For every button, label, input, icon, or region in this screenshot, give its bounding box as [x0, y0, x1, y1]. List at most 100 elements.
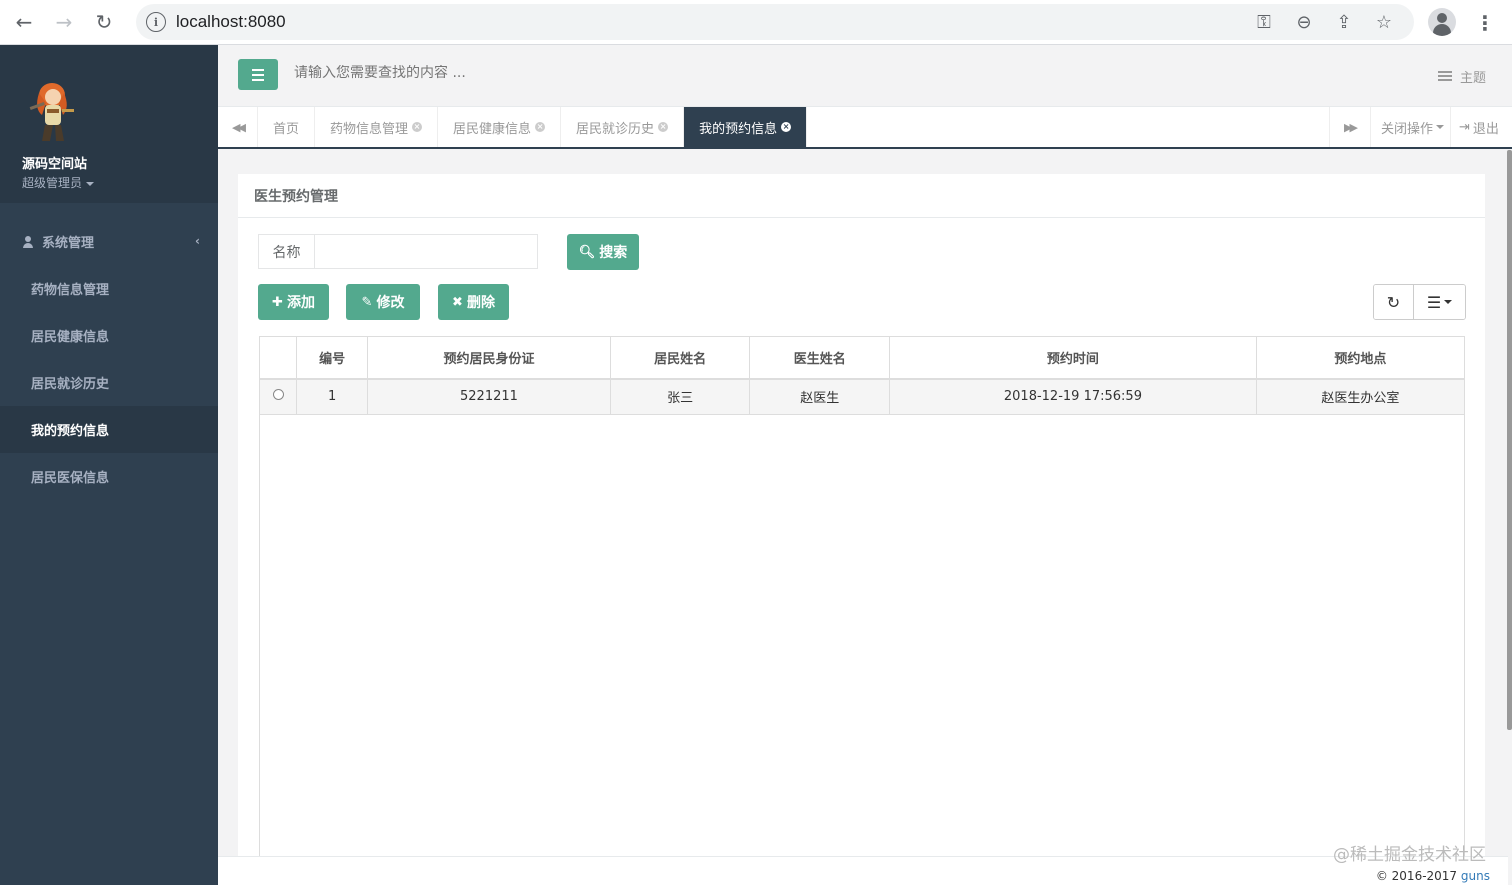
column-header-time[interactable]: 预约时间: [889, 336, 1257, 380]
tab-label: 居民就诊历史: [576, 121, 655, 137]
watermark: @稀土掘金技术社区: [1333, 845, 1486, 865]
close-icon[interactable]: ×: [412, 122, 423, 132]
tab-label: 居民健康信息: [453, 121, 532, 137]
user-role-label: 超级管理员: [22, 176, 83, 190]
row-radio[interactable]: [272, 389, 284, 401]
sidebar-item-visit-history[interactable]: 居民就诊历史: [0, 359, 218, 406]
tab-visit-history[interactable]: 居民就诊历史 ×: [561, 107, 685, 147]
list-icon: ☰: [1426, 292, 1442, 312]
menu-group-label: 系统管理: [42, 236, 95, 251]
edit-button[interactable]: ✎ 修改: [346, 284, 420, 320]
tab-label: 首页: [273, 121, 300, 137]
panel-title: 医生预约管理: [238, 174, 1485, 218]
user-name[interactable]: 源码空间站: [22, 153, 218, 172]
copyright: © 2016-2017 guns: [1376, 869, 1490, 883]
back-icon[interactable]: ←: [4, 0, 44, 45]
theme-label: 主题: [1459, 71, 1486, 86]
sidebar: 源码空间站 超级管理员 系统管理 ‹ 药物信息管理 居民健康信息 居民就诊历史 …: [0, 45, 218, 885]
edit-icon: ✎: [361, 294, 373, 310]
share-icon[interactable]: ⇪: [1324, 12, 1364, 33]
tab-health-info[interactable]: 居民健康信息 ×: [438, 107, 562, 147]
plus-icon: ✚: [272, 294, 283, 310]
search-button[interactable]: 🔍︎ 搜索: [567, 234, 639, 270]
menu-group-system[interactable]: 系统管理 ‹: [0, 218, 218, 265]
close-ops-label: 关闭操作: [1381, 121, 1434, 137]
tab-scroll-right-icon[interactable]: ▶▶: [1329, 107, 1369, 147]
profile-icon[interactable]: [1428, 8, 1456, 36]
refresh-icon: ↻: [1386, 292, 1401, 312]
url-text[interactable]: localhost:8080: [176, 12, 286, 32]
add-button-label: 添加: [286, 295, 315, 311]
delete-button-label: 删除: [466, 295, 495, 311]
search-icon: 🔍︎: [578, 244, 596, 260]
more-icon[interactable]: ⋮: [1470, 0, 1500, 45]
caret-down-icon: [1436, 125, 1445, 129]
browser-toolbar: ← → ↻ i localhost:8080 ⚿ ⊖ ⇪ ☆ ⋮: [0, 0, 1512, 45]
logout-button[interactable]: ⇥ 退出: [1450, 107, 1507, 147]
sidebar-item-drug-info[interactable]: 药物信息管理: [0, 265, 218, 312]
sidebar-item-my-appointments[interactable]: 我的预约信息: [0, 406, 218, 453]
cell-id: 1: [295, 378, 369, 415]
page-scrollbar[interactable]: [1507, 150, 1512, 730]
top-header: 主题: [218, 45, 1512, 107]
appointment-panel: 医生预约管理 名称 🔍︎ 搜索 ✚ 添加 ✎ 修改 ✖ 删除 ↻ ☰ 编号 预约居民身份…: [238, 174, 1485, 874]
table-toolbar: ↻ ☰: [1373, 284, 1466, 320]
theme-button[interactable]: 主题: [1437, 67, 1486, 86]
user-role-dropdown[interactable]: 超级管理员: [22, 174, 218, 191]
tab-scroll-left-icon[interactable]: ◀◀: [218, 107, 258, 147]
add-button[interactable]: ✚ 添加: [258, 284, 329, 320]
theme-icon: [1437, 71, 1452, 82]
sidebar-item-insurance-info[interactable]: 居民医保信息: [0, 453, 218, 500]
sidebar-profile: 源码空间站 超级管理员: [0, 45, 218, 203]
star-icon[interactable]: ☆: [1364, 12, 1404, 33]
user-icon: [22, 235, 34, 248]
close-icon[interactable]: ×: [658, 122, 669, 132]
close-icon[interactable]: ×: [781, 122, 792, 132]
tab-drug-info[interactable]: 药物信息管理 ×: [315, 107, 439, 147]
forward-icon[interactable]: →: [44, 0, 84, 45]
footer: @稀土掘金技术社区 © 2016-2017 guns: [218, 845, 1508, 885]
table-body-area: [259, 414, 1465, 874]
search-button-label: 搜索: [599, 245, 628, 261]
column-header-doctor-name[interactable]: 医生姓名: [749, 336, 891, 380]
main-content: 医生预约管理 名称 🔍︎ 搜索 ✚ 添加 ✎ 修改 ✖ 删除 ↻ ☰ 编号 预约居民身份…: [218, 150, 1508, 874]
info-icon[interactable]: i: [146, 12, 166, 32]
column-header-id[interactable]: 编号: [295, 336, 369, 380]
caret-down-icon: [1444, 300, 1453, 304]
tabs-bar: ◀◀ 首页 药物信息管理 × 居民健康信息 × 居民就诊历史 × 我的预约信息 × ▶▶…: [218, 107, 1512, 149]
sign-out-icon: ⇥: [1459, 119, 1470, 135]
avatar[interactable]: [26, 75, 82, 147]
copyright-text: © 2016-2017: [1375, 869, 1458, 883]
column-header-resident-id[interactable]: 预约居民身份证: [367, 336, 611, 380]
table-header-row: 编号 预约居民身份证 居民姓名 医生姓名 预约时间 预约地点: [259, 336, 1466, 380]
menu-toggle-button[interactable]: [238, 59, 278, 90]
sidebar-item-health-info[interactable]: 居民健康信息: [0, 312, 218, 359]
table-row[interactable]: 1 5221211 张三 赵医生 2018-12-19 17:56:59 赵医生…: [259, 378, 1466, 415]
tab-list: 首页 药物信息管理 × 居民健康信息 × 居民就诊历史 × 我的预约信息 ×: [258, 107, 808, 147]
times-icon: ✖: [452, 294, 463, 310]
edit-button-label: 修改: [376, 295, 405, 311]
close-operations-dropdown[interactable]: 关闭操作: [1370, 107, 1454, 147]
tab-home[interactable]: 首页: [258, 107, 316, 147]
key-icon[interactable]: ⚿: [1244, 12, 1284, 33]
delete-button[interactable]: ✖ 删除: [438, 284, 509, 320]
row-select-cell: [259, 378, 297, 415]
tab-my-appointments[interactable]: 我的预约信息 ×: [684, 107, 808, 147]
tab-label: 药物信息管理: [330, 121, 409, 137]
name-input[interactable]: [314, 234, 538, 269]
name-label: 名称: [258, 234, 314, 269]
zoom-out-icon[interactable]: ⊖: [1284, 12, 1324, 33]
name-search-group: 名称: [258, 234, 538, 269]
address-bar[interactable]: i localhost:8080 ⚿ ⊖ ⇪ ☆: [136, 4, 1414, 40]
cell-location: 赵医生办公室: [1255, 378, 1466, 415]
refresh-button[interactable]: ↻: [1374, 285, 1413, 319]
column-header-resident-name[interactable]: 居民姓名: [609, 336, 751, 380]
columns-button[interactable]: ☰: [1413, 285, 1465, 319]
global-search-input[interactable]: [294, 65, 694, 81]
reload-icon[interactable]: ↻: [84, 0, 124, 45]
guns-link[interactable]: guns: [1461, 869, 1490, 883]
tab-label: 我的预约信息: [699, 121, 778, 137]
column-header-location[interactable]: 预约地点: [1255, 336, 1466, 380]
close-icon[interactable]: ×: [535, 122, 546, 132]
cell-time: 2018-12-19 17:56:59: [889, 378, 1257, 415]
